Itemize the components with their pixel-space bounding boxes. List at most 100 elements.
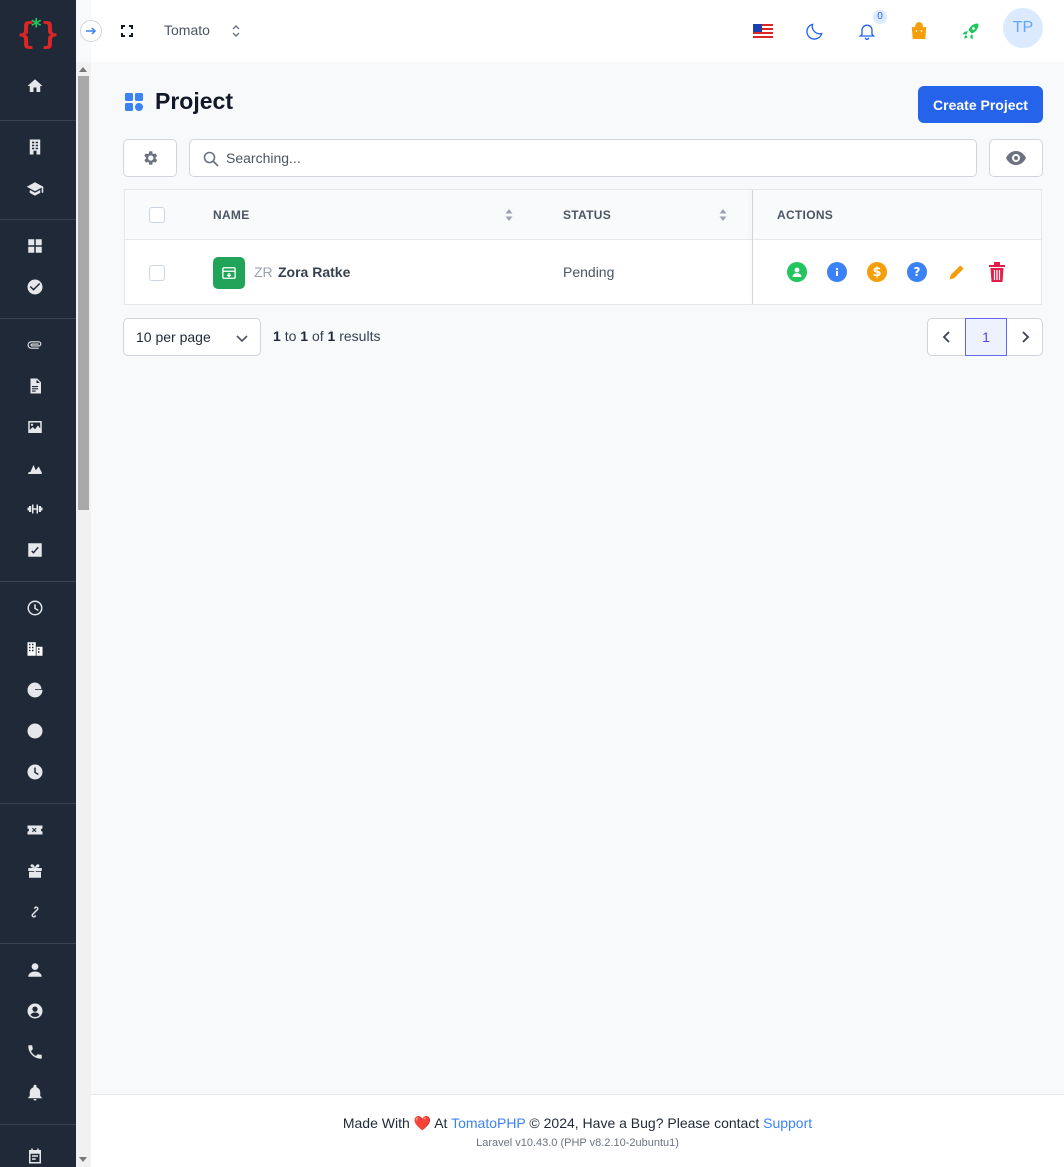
project-status: Pending — [563, 264, 615, 280]
top-bar: Tomato 0 TP — [91, 0, 1064, 62]
chart-check-icon[interactable] — [26, 541, 44, 559]
buildings-icon[interactable] — [26, 640, 44, 658]
building-icon[interactable] — [26, 138, 44, 156]
page-button-current[interactable]: 1 — [965, 318, 1007, 356]
column-header-name[interactable]: NAME — [213, 208, 250, 222]
clock-filled-icon[interactable] — [26, 763, 44, 781]
paperclip-icon[interactable] — [26, 336, 44, 354]
table-header: NAME STATUS ACTIONS — [125, 190, 1041, 240]
project-name[interactable]: Zora Ratke — [278, 264, 350, 280]
results-total: 1 — [327, 328, 336, 344]
column-header-status[interactable]: STATUS — [563, 208, 611, 222]
pencil-icon[interactable] — [947, 262, 967, 282]
sidebar-group-5 — [0, 582, 76, 804]
tenant-switcher[interactable]: Tomato — [164, 22, 210, 38]
shopping-bag-icon[interactable] — [907, 19, 931, 43]
results-summary: 1 to 1 of 1 results — [273, 328, 380, 344]
grid-icon — [125, 93, 143, 111]
support-link[interactable]: Support — [763, 1115, 812, 1131]
column-visibility-button[interactable] — [989, 139, 1043, 177]
phone-icon[interactable] — [26, 1043, 44, 1061]
sidebar-scrollbar[interactable] — [76, 62, 91, 1167]
image-icon[interactable] — [26, 418, 44, 436]
chevron-up-down-icon[interactable] — [231, 23, 241, 39]
heart-icon: ❤️ — [413, 1115, 432, 1131]
results-from: 1 — [273, 328, 281, 344]
home-icon[interactable] — [26, 77, 44, 95]
tomatophp-link[interactable]: TomatoPHP — [451, 1115, 525, 1131]
scroll-down-arrow[interactable] — [79, 1157, 87, 1162]
page-title: Project — [155, 88, 233, 114]
fullscreen-icon[interactable] — [119, 23, 135, 39]
project-badge — [213, 257, 245, 289]
gear-icon — [144, 151, 158, 165]
link-icon[interactable] — [26, 903, 44, 921]
question-icon[interactable]: ? — [907, 262, 927, 282]
clock-icon[interactable] — [26, 599, 44, 617]
chevron-down-icon — [236, 335, 248, 343]
next-page-button[interactable] — [1007, 319, 1043, 355]
grid-icon[interactable] — [26, 237, 44, 255]
document-icon[interactable] — [26, 377, 44, 395]
user-icon[interactable] — [26, 961, 44, 979]
create-project-button[interactable]: Create Project — [918, 86, 1043, 123]
chart-area-icon[interactable] — [26, 459, 44, 477]
sidebar-group-2 — [0, 121, 76, 220]
scrollbar-thumb[interactable] — [78, 76, 89, 510]
projects-table: NAME STATUS ACTIONS ZR Zora Ratke Pendin… — [124, 189, 1042, 305]
svg-text:}: } — [41, 17, 59, 51]
gift-icon[interactable] — [26, 862, 44, 880]
sidebar-group-7 — [0, 944, 76, 1125]
calendar-icon[interactable] — [26, 1147, 44, 1165]
select-all-checkbox[interactable] — [149, 207, 165, 223]
user-avatar[interactable]: TP — [1003, 8, 1043, 48]
ticket-icon[interactable] — [26, 821, 44, 839]
per-page-value: 10 per page — [136, 329, 211, 345]
search-input[interactable] — [226, 140, 966, 176]
results-of-label: of — [311, 328, 324, 344]
bolt-icon[interactable] — [26, 722, 44, 740]
footer: Made With ❤️ At TomatoPHP © 2024, Have a… — [91, 1094, 1064, 1167]
moon-icon[interactable] — [803, 19, 827, 43]
trash-icon[interactable] — [987, 262, 1007, 282]
results-to-label: to — [284, 328, 297, 344]
search-icon — [203, 151, 219, 167]
search-box — [189, 139, 977, 177]
results-label: results — [339, 328, 381, 344]
arrow-right-icon — [86, 27, 97, 35]
row-checkbox[interactable] — [149, 265, 165, 281]
sort-icon[interactable] — [719, 209, 727, 221]
footer-credits: Made With ❤️ At TomatoPHP © 2024, Have a… — [91, 1115, 1064, 1132]
sort-icon[interactable] — [505, 209, 513, 221]
sidebar-group-4 — [0, 319, 76, 582]
view-user-icon[interactable] — [787, 262, 807, 282]
table-settings-button[interactable] — [123, 139, 177, 177]
footer-at: At — [434, 1115, 448, 1131]
column-header-actions: ACTIONS — [777, 208, 834, 222]
eye-icon — [1006, 151, 1026, 165]
previous-page-button[interactable] — [928, 319, 965, 355]
sidebar-toggle-button[interactable] — [80, 20, 102, 42]
scroll-up-arrow[interactable] — [79, 67, 87, 72]
us-flag-icon[interactable] — [751, 19, 775, 43]
actions-column-divider — [752, 190, 753, 304]
user-circle-icon[interactable] — [26, 1002, 44, 1020]
tomato-logo-icon: { } * — [17, 14, 59, 51]
info-icon[interactable] — [827, 262, 847, 282]
sidebar-group-3 — [0, 220, 76, 319]
app-logo[interactable]: { } * — [0, 0, 76, 62]
pie-chart-icon[interactable] — [26, 681, 44, 699]
dollar-icon[interactable]: $ — [867, 262, 887, 282]
per-page-select[interactable]: 10 per page — [123, 318, 261, 356]
bell-icon[interactable] — [26, 1084, 44, 1102]
footer-copyright: © 2024, Have a Bug? Please contact — [529, 1115, 760, 1131]
school-icon[interactable] — [26, 180, 44, 198]
project-initials: ZR — [254, 264, 273, 280]
check-circle-icon[interactable] — [26, 278, 44, 296]
rocket-icon[interactable] — [959, 19, 983, 43]
dumbbell-icon[interactable] — [26, 500, 44, 518]
chevron-left-icon — [942, 331, 950, 343]
sidebar-group-6 — [0, 804, 76, 944]
notifications-count-badge: 0 — [873, 10, 887, 24]
sidebar: { } * — [0, 0, 76, 1167]
